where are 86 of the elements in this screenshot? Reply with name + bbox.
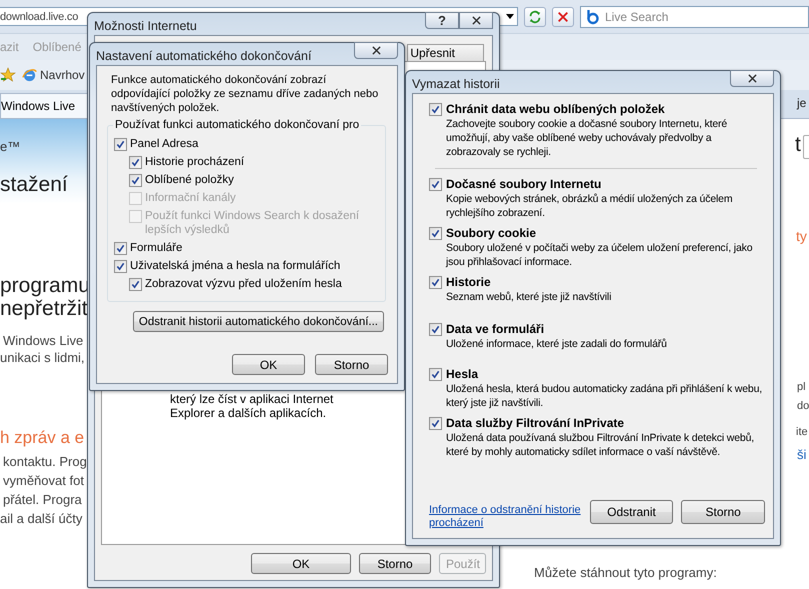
dialog-button[interactable]: Storno xyxy=(681,500,765,524)
window-title: Vymazat historii xyxy=(412,77,500,91)
checkbox[interactable] xyxy=(429,178,442,191)
description-text: Soubory uložené v počítači weby za účelem uložení preferencí, jako jsou přihlašovací informace. xyxy=(446,241,754,269)
page-text: pl xyxy=(797,381,806,393)
checkbox-label: Historie procházení xyxy=(145,155,244,169)
stop-button[interactable] xyxy=(552,6,574,26)
page-text: do xyxy=(797,400,809,412)
logo-text: e™ xyxy=(0,139,20,154)
checkbox[interactable] xyxy=(429,417,442,430)
page-heading: stažení xyxy=(0,173,68,197)
clear-history-button[interactable]: Odstranit historii automatického dokončování... xyxy=(132,311,384,332)
group-label: Používat funkci automatického dokončovaní pro xyxy=(114,119,360,131)
checkbox-label: Formuláře xyxy=(130,241,182,255)
page-text: přátel. Progra xyxy=(3,492,82,507)
page-link[interactable]: ši xyxy=(797,447,806,462)
checkbox[interactable] xyxy=(429,227,442,240)
page-text: ail a další účty xyxy=(0,511,82,526)
stop-icon xyxy=(557,10,569,22)
checkbox-label: Soubory cookie xyxy=(446,226,536,240)
checkbox[interactable] xyxy=(114,260,127,273)
dialog-button[interactable]: OK xyxy=(251,553,351,574)
browser-logo-icon xyxy=(22,68,37,82)
checkbox-label: Uživatelská jména a hesla na formulářích xyxy=(130,259,340,273)
close-button[interactable] xyxy=(730,70,774,87)
description-text: Zachovejte soubory cookie a dočasné soubory Internetu, které umožňují, aby vaše oblíbené weby uchovávaly předvolby a zobrazovaly se rychleji. xyxy=(446,117,728,159)
tab[interactable]: Upřesnit xyxy=(407,44,484,61)
checkbox-label: Historie xyxy=(446,275,491,289)
checkbox[interactable] xyxy=(129,156,142,169)
refresh-button[interactable] xyxy=(524,6,546,26)
checkbox-label: Oblíbené položky xyxy=(145,173,234,187)
close-icon xyxy=(472,16,480,25)
help-button[interactable]: ? xyxy=(425,12,459,29)
page-text: kontaktu. Prog xyxy=(3,454,87,469)
page-text: Můžete stáhnout tyto programy: xyxy=(534,565,717,580)
favorites-link[interactable]: Navrhov xyxy=(22,68,85,82)
description-text: Uložená data používaná službou Filtrování InPrivate k detekci webů, které by mohly automaticky sdílet informace o vaší návštěvě. xyxy=(446,431,756,459)
checkbox-label: Dočasné soubory Internetu xyxy=(446,177,602,191)
checkbox[interactable] xyxy=(114,138,127,151)
window-title: Nastavení automatického dokončování xyxy=(96,49,312,63)
close-button[interactable] xyxy=(459,12,493,29)
search-field[interactable]: Live Search xyxy=(580,6,809,28)
dialog-button[interactable]: OK xyxy=(232,354,305,375)
checkbox[interactable] xyxy=(429,323,442,336)
description-text: který lze číst v aplikaci Internet xyxy=(170,392,334,406)
intro-text: Funkce automatického dokončování zobrazí odpovídající položky ze seznamu dříve zadaných nebo navštívených položek. xyxy=(111,73,380,115)
page-text: ite xyxy=(796,426,808,438)
description-text: Uložená hesla, která budou automaticky zadána při přihlášení k webu, který jste již navštívili. xyxy=(446,382,764,410)
description-text: Explorer a dalších aplikacích. xyxy=(170,406,328,420)
description-text: Uložené informace, které jste zadali do formulářů xyxy=(446,337,668,351)
checkbox-label: Informační kanály xyxy=(145,191,236,205)
checkbox[interactable] xyxy=(429,276,442,289)
checkbox[interactable] xyxy=(429,103,442,116)
close-button[interactable] xyxy=(354,42,398,59)
checkbox-label: Panel Adresa xyxy=(130,137,198,151)
checkbox[interactable] xyxy=(429,368,442,381)
favorites-star-icon[interactable] xyxy=(0,67,16,83)
close-icon xyxy=(748,74,756,83)
section-heading: ty xyxy=(796,228,807,244)
window-title: Možnosti Internetu xyxy=(94,19,197,33)
page-text: je xyxy=(797,96,806,110)
checkbox-label: Hesla xyxy=(446,367,478,381)
page-text: Windows Live xyxy=(3,333,84,348)
dialog-button[interactable]: Storno xyxy=(315,354,388,375)
page-heading: t xyxy=(795,133,801,157)
checkbox[interactable] xyxy=(114,242,127,255)
checkbox-label: Data služby Filtrování InPrivate xyxy=(446,416,624,430)
checkbox-label: Chránit data webu oblíbených položek xyxy=(446,102,665,116)
close-icon xyxy=(372,46,380,55)
dialog-button[interactable]: Odstranit xyxy=(590,500,674,524)
caret-icon xyxy=(506,14,514,19)
description-text: Kopie webových stránek, obrázků a médií uložených za účelem rychlejšího zobrazení. xyxy=(446,192,734,220)
checkbox[interactable] xyxy=(129,278,142,291)
section-heading: h zpráv a e xyxy=(0,428,84,448)
checkbox-label: Zobrazovat výzvu před uložením hesla xyxy=(145,277,342,291)
checkbox[interactable] xyxy=(129,174,142,187)
page-text: unikaci s lidmi, xyxy=(0,350,85,365)
checkbox-label: Data ve formuláři xyxy=(446,322,544,336)
refresh-icon xyxy=(528,10,542,24)
checkbox-label: Použít funkci Windows Search k dosažení lepších výsledků xyxy=(145,209,360,237)
help-link[interactable]: Informace o odstranění historie procházení xyxy=(429,504,582,530)
page-heading: programu xyxy=(0,274,90,298)
page-text: vyměňovat fot xyxy=(3,473,84,488)
description-text: Seznam webů, které jste již navštívili xyxy=(446,290,612,304)
page-heading: nepřetržit xyxy=(0,297,88,321)
dialog-button[interactable]: Storno xyxy=(359,553,431,574)
